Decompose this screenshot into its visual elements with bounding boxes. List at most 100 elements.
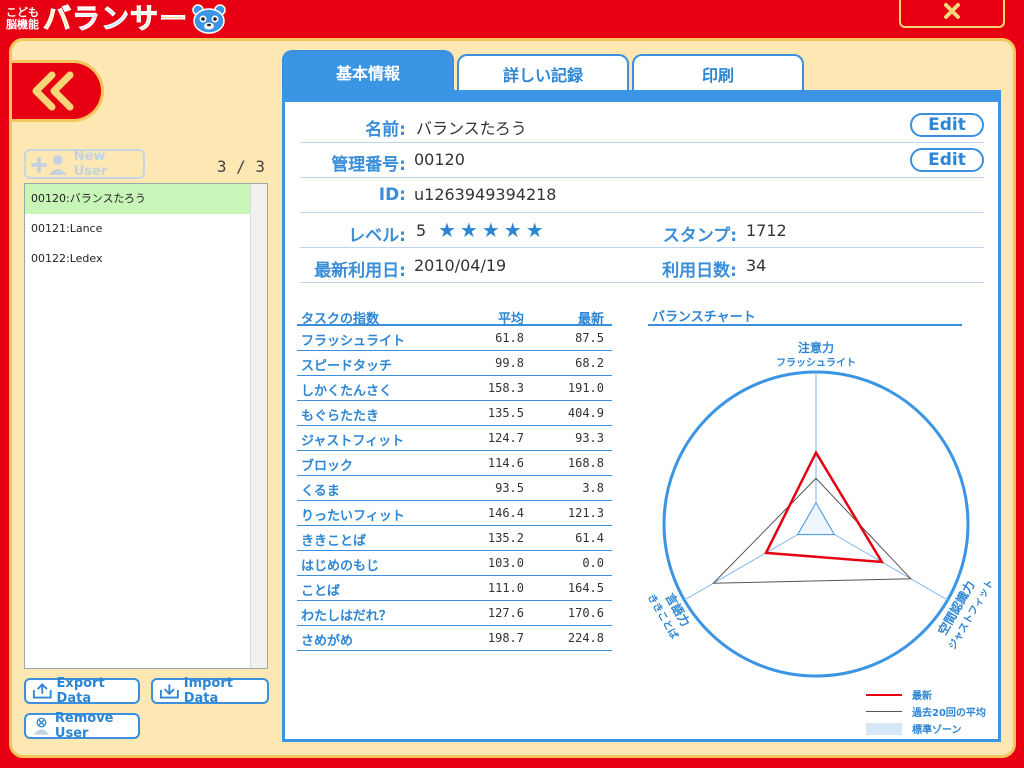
- app-logo: こども 脳機能 バランサー: [6, 2, 226, 35]
- import-icon: [159, 684, 179, 699]
- days-label: 利用日数:: [662, 261, 737, 281]
- close-button[interactable]: [899, 0, 1005, 28]
- task-name: フラッシュライト: [301, 334, 406, 349]
- remove-user-icon: [33, 717, 50, 735]
- balance-radar-chart: 注意力フラッシュライト空間認識力ジャストフィット言語力ききことば: [645, 340, 996, 678]
- name-value: バランスたろう: [416, 119, 527, 138]
- import-data-label: Import Data: [183, 676, 233, 706]
- logo-letter: ラ: [72, 2, 102, 35]
- last-use-value: 2010/04/19: [414, 256, 507, 275]
- task-latest: 68.2: [575, 356, 604, 370]
- close-icon: [944, 3, 960, 19]
- remove-user-button[interactable]: Remove User: [24, 711, 140, 741]
- task-latest: 168.8: [567, 456, 604, 470]
- task-row: さめがめ 198.7 224.8: [297, 626, 612, 651]
- task-row: ジャストフィット 124.7 93.3: [297, 426, 612, 451]
- legend-label-latest: 最新: [912, 691, 932, 702]
- task-average: 111.0: [487, 581, 524, 595]
- export-data-label: Export Data: [56, 676, 105, 706]
- task-latest: 404.9: [567, 406, 604, 420]
- task-average: 93.5: [495, 481, 524, 495]
- task-latest: 191.0: [567, 381, 604, 395]
- add-user-icon: [30, 155, 67, 175]
- task-average: 61.8: [495, 331, 524, 345]
- task-name: ことば: [301, 584, 341, 599]
- user-list: 00120:バランスたろう 00121:Lance 00122:Ledex: [24, 183, 268, 669]
- task-name: ジャストフィット: [301, 434, 405, 449]
- export-icon: [32, 683, 52, 699]
- task-row: もぐらたたき 135.5 404.9: [297, 401, 612, 426]
- radar-standard-zone: [796, 501, 836, 536]
- legend-swatch-latest: [866, 693, 902, 696]
- task-average: 135.5: [487, 406, 524, 420]
- logo-letter: サ: [130, 2, 160, 35]
- task-row: りったいフィット 146.4 121.3: [297, 501, 612, 526]
- days-value: 34: [746, 256, 767, 275]
- axis-sublabel-attention: フラッシュライト: [776, 357, 856, 369]
- user-list-item[interactable]: 00121:Lance: [25, 214, 251, 244]
- task-row: ブロック 114.6 168.8: [297, 451, 612, 476]
- user-count: 3 / 3: [216, 157, 265, 176]
- info-row-name: 名前: バランスたろう Edit: [300, 108, 984, 143]
- logo-title-text: バランサー: [42, 2, 188, 35]
- level-value: 5: [416, 221, 427, 240]
- stamp-value: 1712: [746, 221, 787, 240]
- task-latest: 0.0: [582, 556, 604, 570]
- task-name: くるま: [301, 484, 340, 499]
- task-latest: 224.8: [567, 631, 604, 645]
- tab-detailed-records[interactable]: 詳しい記録: [457, 54, 629, 92]
- user-list-item[interactable]: 00120:バランスたろう: [25, 184, 251, 214]
- tab-print[interactable]: 印刷: [632, 54, 804, 92]
- info-row-mgmt: 管理番号: 00120 Edit: [300, 143, 984, 178]
- logo-small-bottom: 脳機能: [6, 18, 39, 31]
- edit-mgmt-number-button[interactable]: Edit: [910, 148, 984, 172]
- tab-basic-info[interactable]: 基本情報: [282, 50, 454, 92]
- last-use-label: 最新利用日:: [314, 261, 406, 281]
- task-average: 124.7: [487, 431, 524, 445]
- task-table-header: タスクの指数 平均 最新: [297, 306, 612, 327]
- axis-label-attention: 注意力: [798, 340, 834, 355]
- task-latest: 121.3: [567, 506, 604, 520]
- new-user-label: New User: [73, 149, 108, 179]
- radar-series-latest: [764, 449, 885, 564]
- import-data-button[interactable]: Import Data: [151, 676, 269, 706]
- legend-item-latest: 最新: [866, 686, 986, 703]
- user-list-item[interactable]: 00122:Ledex: [25, 244, 251, 274]
- edit-name-button[interactable]: Edit: [910, 113, 984, 137]
- legend-item-standard: 標準ゾーン: [866, 720, 986, 737]
- logo-letter: バ: [42, 2, 73, 35]
- user-list-scrollbar[interactable]: [250, 184, 267, 668]
- task-name: さめがめ: [301, 634, 354, 649]
- header-latest: 最新: [577, 312, 604, 327]
- task-latest: 61.4: [575, 531, 604, 545]
- task-name: ききことば: [301, 534, 367, 549]
- task-latest: 170.6: [567, 606, 604, 620]
- back-button[interactable]: [12, 60, 104, 122]
- task-name: はじめのもじ: [301, 559, 380, 574]
- export-data-button[interactable]: Export Data: [24, 676, 140, 706]
- chart-legend: 最新 過去20回の平均 標準ゾーン: [866, 686, 986, 737]
- mgmt-number-value: 00120: [414, 150, 465, 169]
- task-row: くるま 93.5 3.8: [297, 476, 612, 501]
- task-row: しかくたんさく 158.3 191.0: [297, 376, 612, 401]
- level-stars: ★★★★★: [438, 218, 548, 242]
- stamp-label: スタンプ:: [662, 226, 737, 246]
- task-name: しかくたんさく: [301, 384, 393, 399]
- legend-label-standard: 標準ゾーン: [912, 725, 962, 736]
- info-row-level: レベル: 5 ★★★★★ スタンプ: 1712: [300, 213, 984, 248]
- task-row: フラッシュライト 61.8 87.5: [297, 326, 612, 351]
- task-average: 135.2: [487, 531, 524, 545]
- remove-user-label: Remove User: [54, 711, 114, 741]
- chart-title: バランスチャート: [648, 306, 962, 326]
- task-row: わたしはだれ？ 127.6 170.6: [297, 601, 612, 626]
- name-label: 名前:: [365, 120, 406, 140]
- logo-small-text: こども 脳機能: [6, 7, 39, 31]
- task-latest: 164.5: [567, 581, 604, 595]
- task-row: はじめのもじ 103.0 0.0: [297, 551, 612, 576]
- task-average: 146.4: [487, 506, 524, 520]
- new-user-button[interactable]: New User: [24, 149, 145, 179]
- mgmt-number-label: 管理番号:: [331, 155, 406, 175]
- task-row: スピードタッチ 99.8 68.2: [297, 351, 612, 376]
- level-label: レベル:: [348, 226, 406, 246]
- task-name: わたしはだれ？: [301, 609, 392, 624]
